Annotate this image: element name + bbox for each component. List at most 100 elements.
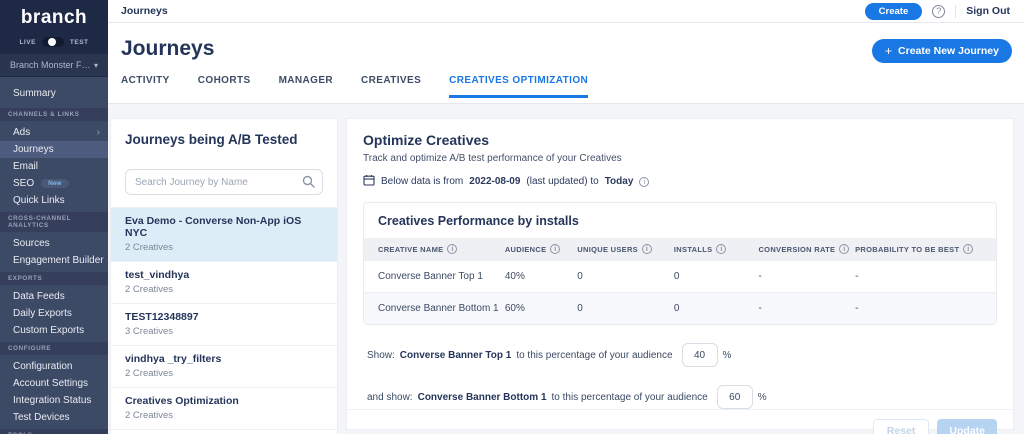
cell-installs: 0 [673, 271, 680, 282]
date-range-note: Below data is from 2022-08-09 (last upda… [363, 174, 997, 189]
sidebar-item-label: Integration Status [13, 395, 92, 406]
panel-footer: Reset Update [347, 409, 1013, 434]
tab-cohorts[interactable]: COHORTS [198, 75, 251, 98]
journey-list: Eva Demo - Converse Non-App iOS NYC 2 Cr… [111, 207, 337, 430]
sidebar-section-cross-channel-analytics: CROSS-CHANNEL ANALYTICS [0, 212, 108, 232]
journey-list-item[interactable]: Creatives Optimization 2 Creatives [111, 388, 337, 430]
journey-creatives-count: 2 Creatives [125, 368, 174, 379]
column-header-unique-users: UNIQUE USERS i [577, 244, 674, 254]
sidebar-section-channels-links: CHANNELS & LINKS [0, 108, 108, 121]
create-button[interactable]: Create [864, 2, 923, 20]
journey-creatives-count: 2 Creatives [125, 242, 174, 253]
journey-search [125, 169, 323, 195]
sidebar-item-email[interactable]: Email [0, 158, 108, 175]
cell-probability-to-be-best: - [855, 271, 859, 282]
creatives-performance-title: Creatives Performance by installs [378, 214, 579, 228]
tab-creatives[interactable]: CREATIVES [361, 75, 421, 98]
page-header: Journeys + Create New Journey ACTIVITY C… [108, 23, 1024, 104]
cell-unique-users: 0 [577, 271, 583, 282]
help-icon[interactable]: ? [932, 4, 946, 18]
sidebar-item-label: Test Devices [13, 412, 70, 423]
sidebar-item-integration-status[interactable]: Integration Status [0, 392, 108, 409]
sidebar-item-journeys[interactable]: Journeys [0, 141, 108, 158]
date-note-prefix: Below data is from [381, 176, 464, 187]
info-icon[interactable]: i [716, 244, 727, 254]
sidebar-item-engagement-builder[interactable]: Engagement Builder [0, 252, 108, 269]
sidebar-item-label: Configuration [13, 361, 73, 372]
cell-conversion-rate: - [758, 303, 762, 314]
journey-list-item[interactable]: Eva Demo - Converse Non-App iOS NYC 2 Cr… [111, 208, 337, 262]
audience-split-row-2: and show: Converse Banner Bottom 1 to th… [363, 385, 997, 409]
sidebar-item-label: Journeys [13, 144, 54, 155]
info-icon[interactable]: i [550, 244, 561, 254]
sidebar-section-tools: TOOLS [0, 429, 108, 434]
journey-creatives-count: 2 Creatives [125, 410, 174, 421]
sidebar-item-daily-exports[interactable]: Daily Exports [0, 305, 108, 322]
sidebar-item-quick-links[interactable]: Quick Links [0, 192, 108, 209]
caret-down-icon: ▾ [93, 60, 98, 70]
journey-list-item[interactable]: TEST12348897 3 Creatives [111, 304, 337, 346]
table-row: Converse Banner Top 1 40% 0 0 - - [364, 260, 996, 292]
topbar-actions: Create ? Sign Out [864, 2, 1010, 20]
sidebar-item-summary[interactable]: Summary [0, 85, 108, 102]
sidebar: branch❃ LIVE TEST Branch Monster Factory… [0, 0, 108, 434]
info-icon[interactable]: i [963, 244, 974, 254]
tab-creatives-optimization[interactable]: CREATIVES OPTIMIZATION [449, 75, 589, 98]
main-area: Journeys Create ? Sign Out Journeys + Cr… [108, 0, 1024, 434]
toggle-knob [47, 38, 56, 46]
sidebar-item-configuration[interactable]: Configuration [0, 358, 108, 375]
column-header-probability-to-be-best: PROBABILITY TO BE BEST i [855, 244, 982, 254]
journey-creatives-count: 3 Creatives [125, 326, 174, 337]
sidebar-item-label: Ads [13, 127, 31, 138]
account-selector[interactable]: Branch Monster Factory ▾ [0, 54, 108, 77]
signout-link[interactable]: Sign Out [966, 5, 1010, 17]
date-note-today: Today [604, 176, 634, 187]
sidebar-item-account-settings[interactable]: Account Settings [0, 375, 108, 392]
journeys-ab-panel-head: Journeys being A/B Tested [111, 119, 337, 159]
journey-list-item[interactable]: test_vindhya 2 Creatives [111, 262, 337, 304]
calendar-icon [363, 174, 375, 189]
show-middle-text: to this percentage of your audience [516, 349, 673, 361]
sidebar-item-custom-exports[interactable]: Custom Exports [0, 322, 108, 339]
sidebar-item-label: Sources [13, 238, 50, 249]
sidebar-item-sources[interactable]: Sources [0, 235, 108, 252]
create-new-journey-button[interactable]: + Create New Journey [872, 39, 1012, 63]
journey-search-input[interactable] [125, 169, 323, 195]
branch-logo-text: branch [20, 7, 88, 28]
journey-name: Eva Demo - Converse Non-App iOS NYC [125, 215, 302, 239]
new-badge: New [41, 179, 69, 188]
info-icon[interactable]: i [639, 176, 650, 187]
sidebar-item-ads[interactable]: Ads › [0, 124, 108, 141]
journeys-ab-panel: Journeys being A/B Tested Eva Demo - Con… [110, 118, 338, 434]
sidebar-item-label: SEO [13, 178, 35, 189]
date-note-date: 2022-08-09 [469, 176, 521, 187]
percent-sign: % [757, 391, 767, 403]
column-header-installs: INSTALLS i [674, 244, 759, 254]
tab-activity[interactable]: ACTIVITY [121, 75, 170, 98]
show-middle-text: to this percentage of your audience [551, 391, 708, 403]
info-icon[interactable]: i [642, 244, 652, 254]
sidebar-item-label: Summary [13, 88, 56, 99]
update-button[interactable]: Update [937, 419, 997, 434]
cell-probability-to-be-best: - [855, 303, 859, 314]
journey-list-item[interactable]: vindhya _try_filters 2 Creatives [111, 346, 337, 388]
column-header-conversion-rate: CONVERSION RATE i [758, 244, 855, 254]
cell-creative-name: Converse Banner Bottom 1 [378, 303, 499, 314]
sidebar-item-seo[interactable]: SEO New [0, 175, 108, 192]
sidebar-item-label: Email [13, 161, 39, 172]
reset-button[interactable]: Reset [872, 419, 930, 434]
sidebar-item-test-devices[interactable]: Test Devices [0, 409, 108, 426]
info-icon[interactable]: i [839, 244, 850, 254]
sidebar-item-data-feeds[interactable]: Data Feeds [0, 288, 108, 305]
live-label: LIVE [19, 38, 36, 46]
sidebar-item-label: Quick Links [13, 195, 65, 206]
audience-percentage-input-1[interactable] [681, 343, 718, 367]
sidebar-item-label: Custom Exports [13, 325, 85, 336]
info-icon[interactable]: i [447, 244, 458, 254]
audience-percentage-input-2[interactable] [716, 385, 753, 409]
account-name: Branch Monster Factory [10, 60, 91, 70]
show-prefix: Show: [367, 349, 395, 361]
optimize-title: Optimize Creatives [363, 132, 490, 148]
tab-manager[interactable]: MANAGER [279, 75, 333, 98]
live-test-toggle[interactable] [41, 37, 64, 47]
